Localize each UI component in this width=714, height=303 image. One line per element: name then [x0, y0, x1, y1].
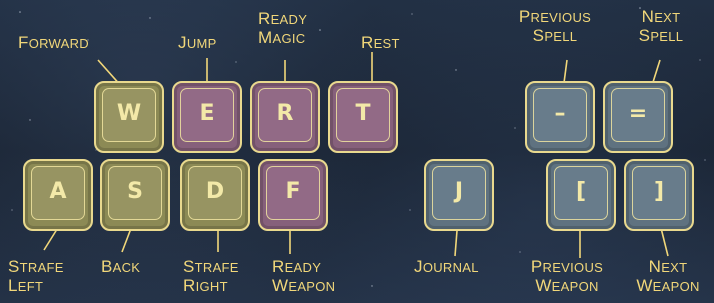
- label-next-spell: Next Spell: [626, 8, 696, 46]
- label-previous-weapon: Previous Weapon: [522, 258, 612, 296]
- key-r-glyph: R: [276, 101, 294, 126]
- label-next-spell-line2: Spell: [638, 26, 684, 45]
- label-next-weapon-line1: Next: [648, 257, 688, 276]
- label-next-spell-line1: Next: [641, 7, 681, 26]
- key-minus-glyph: –: [554, 101, 566, 126]
- key-s: S: [100, 159, 170, 231]
- label-rest: Rest: [361, 34, 400, 53]
- key-t: T: [328, 81, 398, 153]
- label-previous-weapon-line1: Previous: [530, 257, 604, 276]
- label-back: Back: [101, 258, 140, 277]
- label-rest-text: Rest: [361, 33, 400, 52]
- label-strafe-right-line1: Strafe: [183, 257, 239, 276]
- label-ready-weapon-line2: Weapon: [272, 276, 336, 295]
- key-d: D: [180, 159, 250, 231]
- label-previous-spell-line1: Previous: [518, 7, 592, 26]
- key-d-glyph: D: [205, 179, 225, 204]
- key-s-glyph: S: [127, 179, 143, 204]
- key-equals-glyph: =: [628, 101, 648, 126]
- label-forward: Forward: [18, 34, 89, 53]
- label-next-weapon-line2: Weapon: [636, 276, 700, 295]
- key-j: J: [424, 159, 494, 231]
- label-next-weapon: Next Weapon: [626, 258, 710, 296]
- key-minus: –: [525, 81, 595, 153]
- key-t-glyph: T: [355, 101, 371, 126]
- key-a-glyph: A: [49, 179, 67, 204]
- label-ready-weapon: Ready Weapon: [272, 258, 335, 296]
- key-left-bracket: [: [546, 159, 616, 231]
- label-ready-magic-line2: Magic: [258, 28, 306, 47]
- key-j-glyph: J: [454, 179, 464, 204]
- label-back-text: Back: [101, 257, 141, 276]
- label-strafe-left-line1: Strafe: [8, 257, 64, 276]
- key-equals: =: [603, 81, 673, 153]
- key-right-bracket: ]: [624, 159, 694, 231]
- key-right-bracket-glyph: ]: [653, 179, 665, 204]
- label-strafe-right-line2: Right: [183, 276, 228, 295]
- key-left-bracket-glyph: [: [575, 179, 587, 204]
- label-ready-weapon-line1: Ready: [272, 257, 322, 276]
- label-journal-text: Journal: [414, 257, 479, 276]
- label-ready-magic: Ready Magic: [258, 10, 307, 48]
- label-ready-magic-line1: Ready: [258, 9, 308, 28]
- key-r: R: [250, 81, 320, 153]
- label-previous-spell: Previous Spell: [512, 8, 598, 46]
- key-map-diagram: W E R T – = A S D F J [] FORWARD JUMP R…: [0, 0, 714, 303]
- label-previous-weapon-line2: Weapon: [535, 276, 599, 295]
- label-strafe-left-line2: Left: [8, 276, 44, 295]
- key-f-glyph: F: [285, 179, 301, 204]
- label-journal: Journal: [414, 258, 479, 277]
- key-w-glyph: W: [116, 101, 142, 126]
- key-f: F: [258, 159, 328, 231]
- key-a: A: [23, 159, 93, 231]
- key-e-glyph: E: [199, 101, 215, 126]
- label-strafe-right: Strafe Right: [183, 258, 239, 296]
- key-e: E: [172, 81, 242, 153]
- label-jump-text: Jump: [178, 33, 217, 52]
- label-jump: Jump: [178, 34, 217, 53]
- label-strafe-left: Strafe Left: [8, 258, 64, 296]
- label-forward-text: Forward: [18, 33, 89, 52]
- key-w: W: [94, 81, 164, 153]
- label-previous-spell-line2: Spell: [532, 26, 578, 45]
